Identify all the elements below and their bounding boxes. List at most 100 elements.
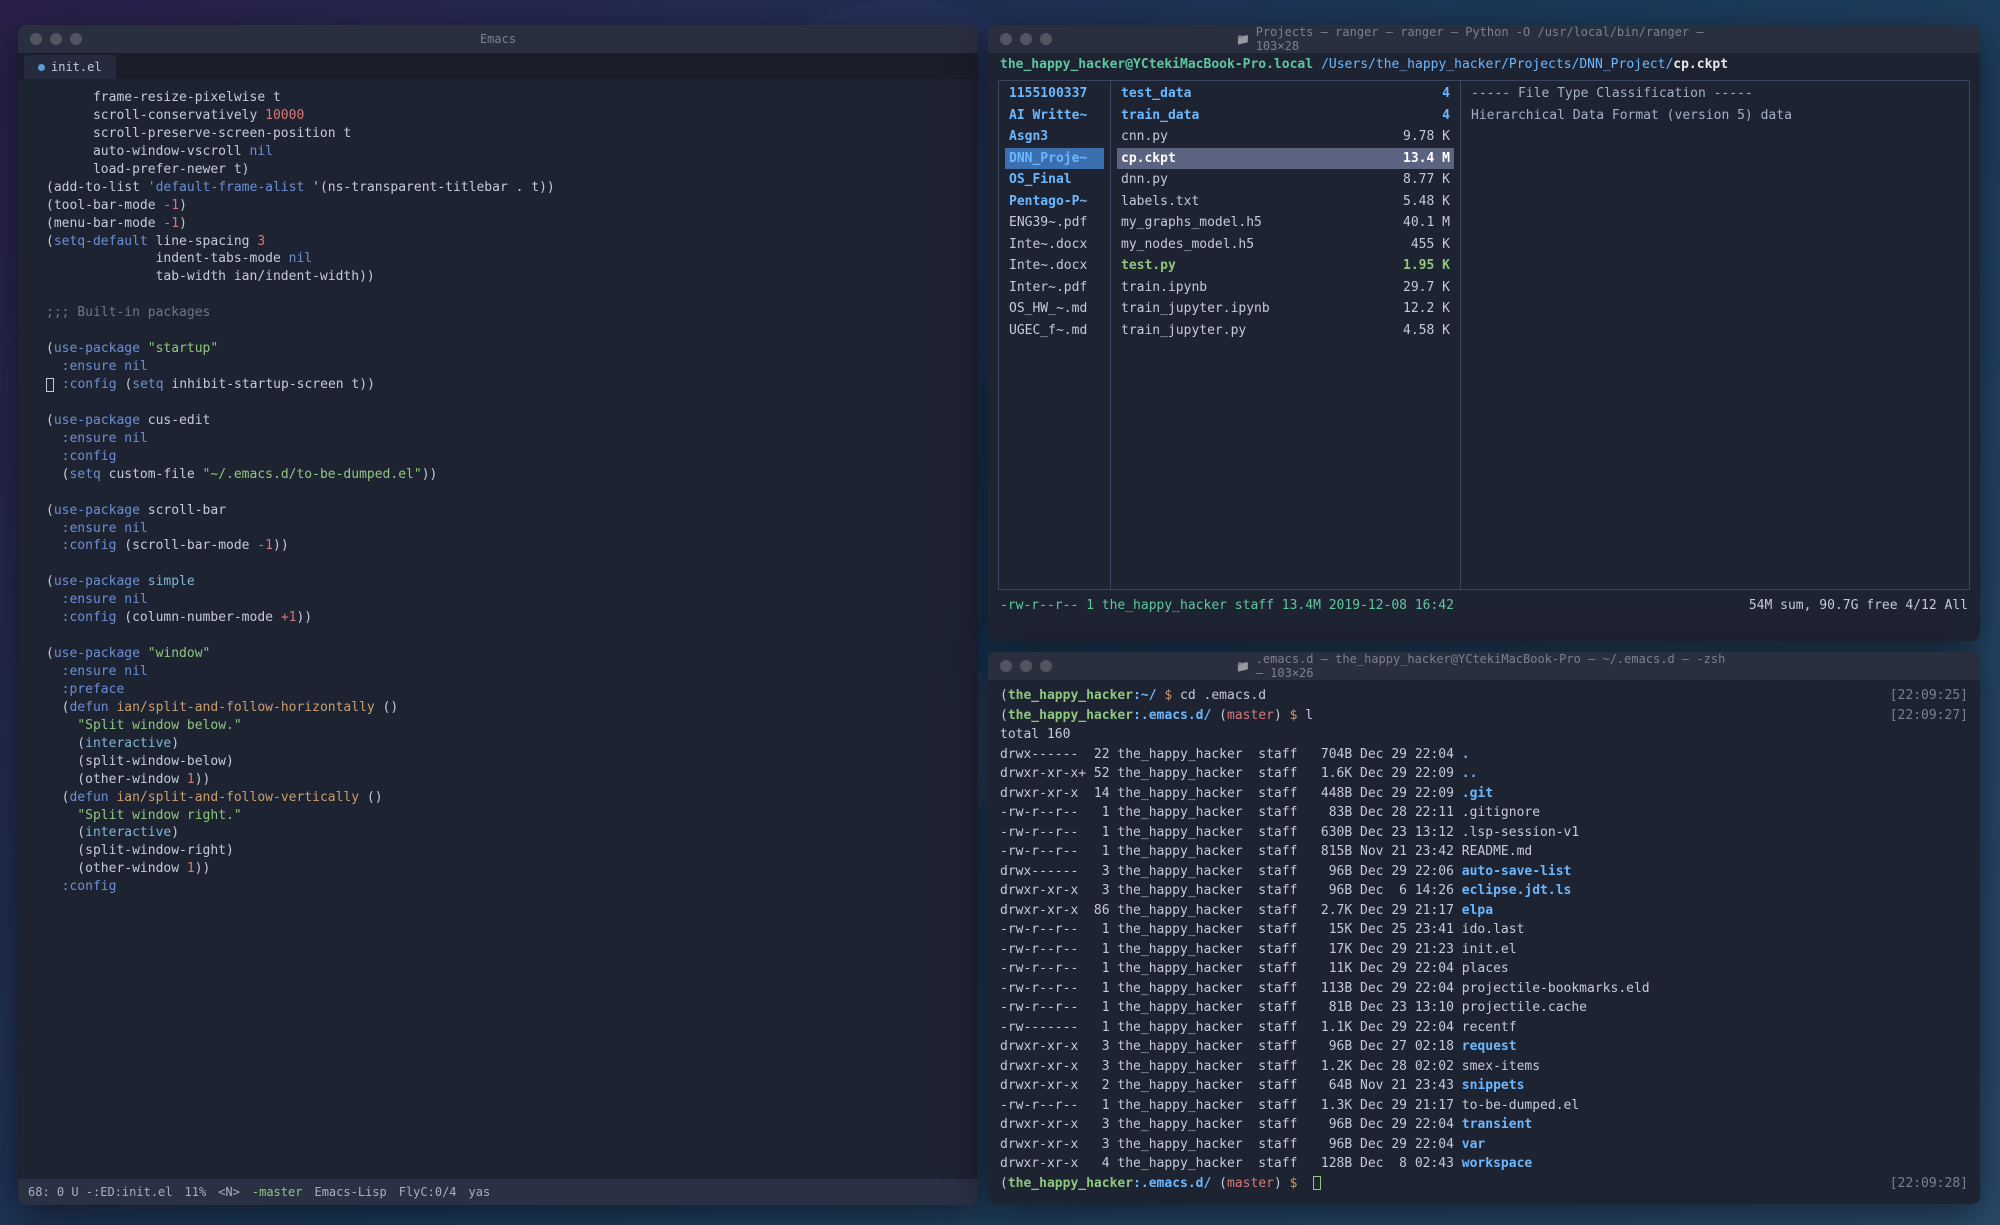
terminal-line: drwxr-xr-x+ 52 the_happy_hacker staff 1.… bbox=[1000, 764, 1968, 784]
terminal-line: (the_happy_hacker:.emacs.d/ (master) $ l… bbox=[1000, 706, 1968, 726]
modeline-percent: 11% bbox=[185, 1185, 207, 1199]
ranger-columns: 1155100337AI Writte~Asgn3DNN_Proje~OS_Fi… bbox=[998, 80, 1970, 590]
ranger-titlebar[interactable]: Projects — ranger — ranger — Python -O /… bbox=[988, 25, 1980, 53]
list-item[interactable]: cp.ckpt13.4 M bbox=[1117, 148, 1454, 170]
list-item[interactable]: Inte~.docx bbox=[1005, 234, 1104, 256]
zsh-titlebar[interactable]: .emacs.d — the_happy_hacker@YCtekiMacBoo… bbox=[988, 652, 1980, 680]
ranger-current-file: cp.ckpt bbox=[1673, 57, 1728, 72]
list-item[interactable]: cnn.py9.78 K bbox=[1117, 126, 1454, 148]
close-icon[interactable] bbox=[30, 33, 42, 45]
zsh-window: .emacs.d — the_happy_hacker@YCtekiMacBoo… bbox=[988, 652, 1980, 1204]
close-icon[interactable] bbox=[1000, 33, 1012, 45]
terminal-line: drwxr-xr-x 3 the_happy_hacker staff 96B … bbox=[1000, 1135, 1968, 1155]
list-item[interactable]: Inte~.docx bbox=[1005, 255, 1104, 277]
zsh-title: .emacs.d — the_happy_hacker@YCtekiMacBoo… bbox=[1236, 652, 1732, 680]
terminal-line: drwxr-xr-x 86 the_happy_hacker staff 2.7… bbox=[1000, 901, 1968, 921]
terminal-line: drwx------ 22 the_happy_hacker staff 704… bbox=[1000, 745, 1968, 765]
list-item[interactable]: OS_HW_~.md bbox=[1005, 298, 1104, 320]
terminal-line: total 160 bbox=[1000, 725, 1968, 745]
terminal-line: -rw-r--r-- 1 the_happy_hacker staff 113B… bbox=[1000, 979, 1968, 999]
modeline-mode: Emacs-Lisp bbox=[314, 1185, 386, 1199]
list-item[interactable]: train_jupyter.py4.58 K bbox=[1117, 320, 1454, 342]
emacs-tab-bar: init.el bbox=[18, 53, 978, 79]
terminal-line: -rw-r--r-- 1 the_happy_hacker staff 15K … bbox=[1000, 920, 1968, 940]
list-item[interactable]: dnn.py8.77 K bbox=[1117, 169, 1454, 191]
modeline-branch: -master bbox=[252, 1185, 303, 1199]
ranger-status-left: -rw-r--r-- 1 the_happy_hacker staff 13.4… bbox=[1000, 598, 1454, 613]
ranger-preview-col: ----- File Type Classification -----Hier… bbox=[1461, 81, 1969, 589]
terminal-line: (the_happy_hacker:.emacs.d/ (master) $ [… bbox=[1000, 1174, 1968, 1194]
emacs-title: Emacs bbox=[480, 32, 516, 46]
list-item[interactable]: DNN_Proje~ bbox=[1005, 148, 1104, 170]
terminal-line: drwxr-xr-x 3 the_happy_hacker staff 1.2K… bbox=[1000, 1057, 1968, 1077]
modeline-flyc: FlyC:0/4 bbox=[399, 1185, 457, 1199]
ranger-status-right: 54M sum, 90.7G free 4/12 All bbox=[1749, 598, 1968, 613]
zoom-icon[interactable] bbox=[70, 33, 82, 45]
list-item[interactable]: ENG39~.pdf bbox=[1005, 212, 1104, 234]
zoom-icon[interactable] bbox=[1040, 33, 1052, 45]
terminal-line: drwxr-xr-x 14 the_happy_hacker staff 448… bbox=[1000, 784, 1968, 804]
zsh-terminal[interactable]: (the_happy_hacker:~/ $ cd .emacs.d[22:09… bbox=[988, 680, 1980, 1199]
ranger-window: Projects — ranger — ranger — Python -O /… bbox=[988, 25, 1980, 641]
terminal-line: drwxr-xr-x 4 the_happy_hacker staff 128B… bbox=[1000, 1154, 1968, 1174]
list-item[interactable]: test.py1.95 K bbox=[1117, 255, 1454, 277]
list-item[interactable]: OS_Final bbox=[1005, 169, 1104, 191]
ranger-current-col[interactable]: test_data4train_data4cnn.py9.78 Kcp.ckpt… bbox=[1111, 81, 1461, 589]
terminal-line: drwxr-xr-x 3 the_happy_hacker staff 96B … bbox=[1000, 1037, 1968, 1057]
terminal-line: -rw-r--r-- 1 the_happy_hacker staff 815B… bbox=[1000, 842, 1968, 862]
list-item[interactable]: test_data4 bbox=[1117, 83, 1454, 105]
terminal-line: -rw-r--r-- 1 the_happy_hacker staff 81B … bbox=[1000, 998, 1968, 1018]
list-item[interactable]: labels.txt5.48 K bbox=[1117, 191, 1454, 213]
list-item[interactable]: train_jupyter.ipynb12.2 K bbox=[1117, 298, 1454, 320]
terminal-line: -rw-r--r-- 1 the_happy_hacker staff 1.3K… bbox=[1000, 1096, 1968, 1116]
list-item[interactable]: 1155100337 bbox=[1005, 83, 1104, 105]
modeline-encoding: <N> bbox=[218, 1185, 240, 1199]
modeline-yas: yas bbox=[469, 1185, 491, 1199]
terminal-line: -rw------- 1 the_happy_hacker staff 1.1K… bbox=[1000, 1018, 1968, 1038]
list-item[interactable]: train.ipynb29.7 K bbox=[1117, 277, 1454, 299]
preview-line: Hierarchical Data Format (version 5) dat… bbox=[1467, 105, 1963, 127]
ranger-status-bar: -rw-r--r-- 1 the_happy_hacker staff 13.4… bbox=[988, 594, 1980, 617]
ranger-path-header: the_happy_hacker@YCtekiMacBook-Pro.local… bbox=[988, 53, 1980, 76]
list-item[interactable]: Asgn3 bbox=[1005, 126, 1104, 148]
emacs-window: Emacs init.el frame-resize-pixelwise t s… bbox=[18, 25, 978, 1205]
emacs-buffer[interactable]: frame-resize-pixelwise t scroll-conserva… bbox=[18, 79, 978, 1179]
list-item[interactable]: AI Writte~ bbox=[1005, 105, 1104, 127]
emacs-modeline: 68: 0 U -:ED:init.el 11% <N> -master Ema… bbox=[18, 1179, 978, 1205]
emacs-tab[interactable]: init.el bbox=[24, 55, 116, 79]
preview-line: ----- File Type Classification ----- bbox=[1467, 83, 1963, 105]
terminal-line: -rw-r--r-- 1 the_happy_hacker staff 11K … bbox=[1000, 959, 1968, 979]
list-item[interactable]: my_nodes_model.h5455 K bbox=[1117, 234, 1454, 256]
folder-icon bbox=[1236, 32, 1250, 46]
list-item[interactable]: Pentago-P~ bbox=[1005, 191, 1104, 213]
ranger-user: the_happy_hacker@YCtekiMacBook-Pro.local bbox=[1000, 57, 1313, 72]
list-item[interactable]: my_graphs_model.h540.1 M bbox=[1117, 212, 1454, 234]
list-item[interactable]: train_data4 bbox=[1117, 105, 1454, 127]
traffic-lights bbox=[30, 33, 82, 45]
close-icon[interactable] bbox=[1000, 660, 1012, 672]
terminal-line: -rw-r--r-- 1 the_happy_hacker staff 17K … bbox=[1000, 940, 1968, 960]
emacs-titlebar[interactable]: Emacs bbox=[18, 25, 978, 53]
list-item[interactable]: Inter~.pdf bbox=[1005, 277, 1104, 299]
minimize-icon[interactable] bbox=[1020, 660, 1032, 672]
terminal-line: (the_happy_hacker:~/ $ cd .emacs.d[22:09… bbox=[1000, 686, 1968, 706]
ranger-parent-col[interactable]: 1155100337AI Writte~Asgn3DNN_Proje~OS_Fi… bbox=[999, 81, 1111, 589]
terminal-line: -rw-r--r-- 1 the_happy_hacker staff 83B … bbox=[1000, 803, 1968, 823]
terminal-line: drwx------ 3 the_happy_hacker staff 96B … bbox=[1000, 862, 1968, 882]
folder-icon bbox=[1236, 659, 1250, 673]
tab-label: init.el bbox=[51, 60, 102, 74]
modeline-left: 68: 0 U -:ED:init.el bbox=[28, 1185, 173, 1199]
traffic-lights bbox=[1000, 660, 1052, 672]
minimize-icon[interactable] bbox=[1020, 33, 1032, 45]
ranger-path: /Users/the_happy_hacker/Projects/DNN_Pro… bbox=[1321, 57, 1673, 72]
terminal-line: drwxr-xr-x 2 the_happy_hacker staff 64B … bbox=[1000, 1076, 1968, 1096]
terminal-line: -rw-r--r-- 1 the_happy_hacker staff 630B… bbox=[1000, 823, 1968, 843]
terminal-line: drwxr-xr-x 3 the_happy_hacker staff 96B … bbox=[1000, 881, 1968, 901]
zoom-icon[interactable] bbox=[1040, 660, 1052, 672]
list-item[interactable]: UGEC_f~.md bbox=[1005, 320, 1104, 342]
traffic-lights bbox=[1000, 33, 1052, 45]
minimize-icon[interactable] bbox=[50, 33, 62, 45]
terminal-line: drwxr-xr-x 3 the_happy_hacker staff 96B … bbox=[1000, 1115, 1968, 1135]
tab-dot-icon bbox=[38, 64, 45, 71]
ranger-title: Projects — ranger — ranger — Python -O /… bbox=[1236, 25, 1732, 53]
